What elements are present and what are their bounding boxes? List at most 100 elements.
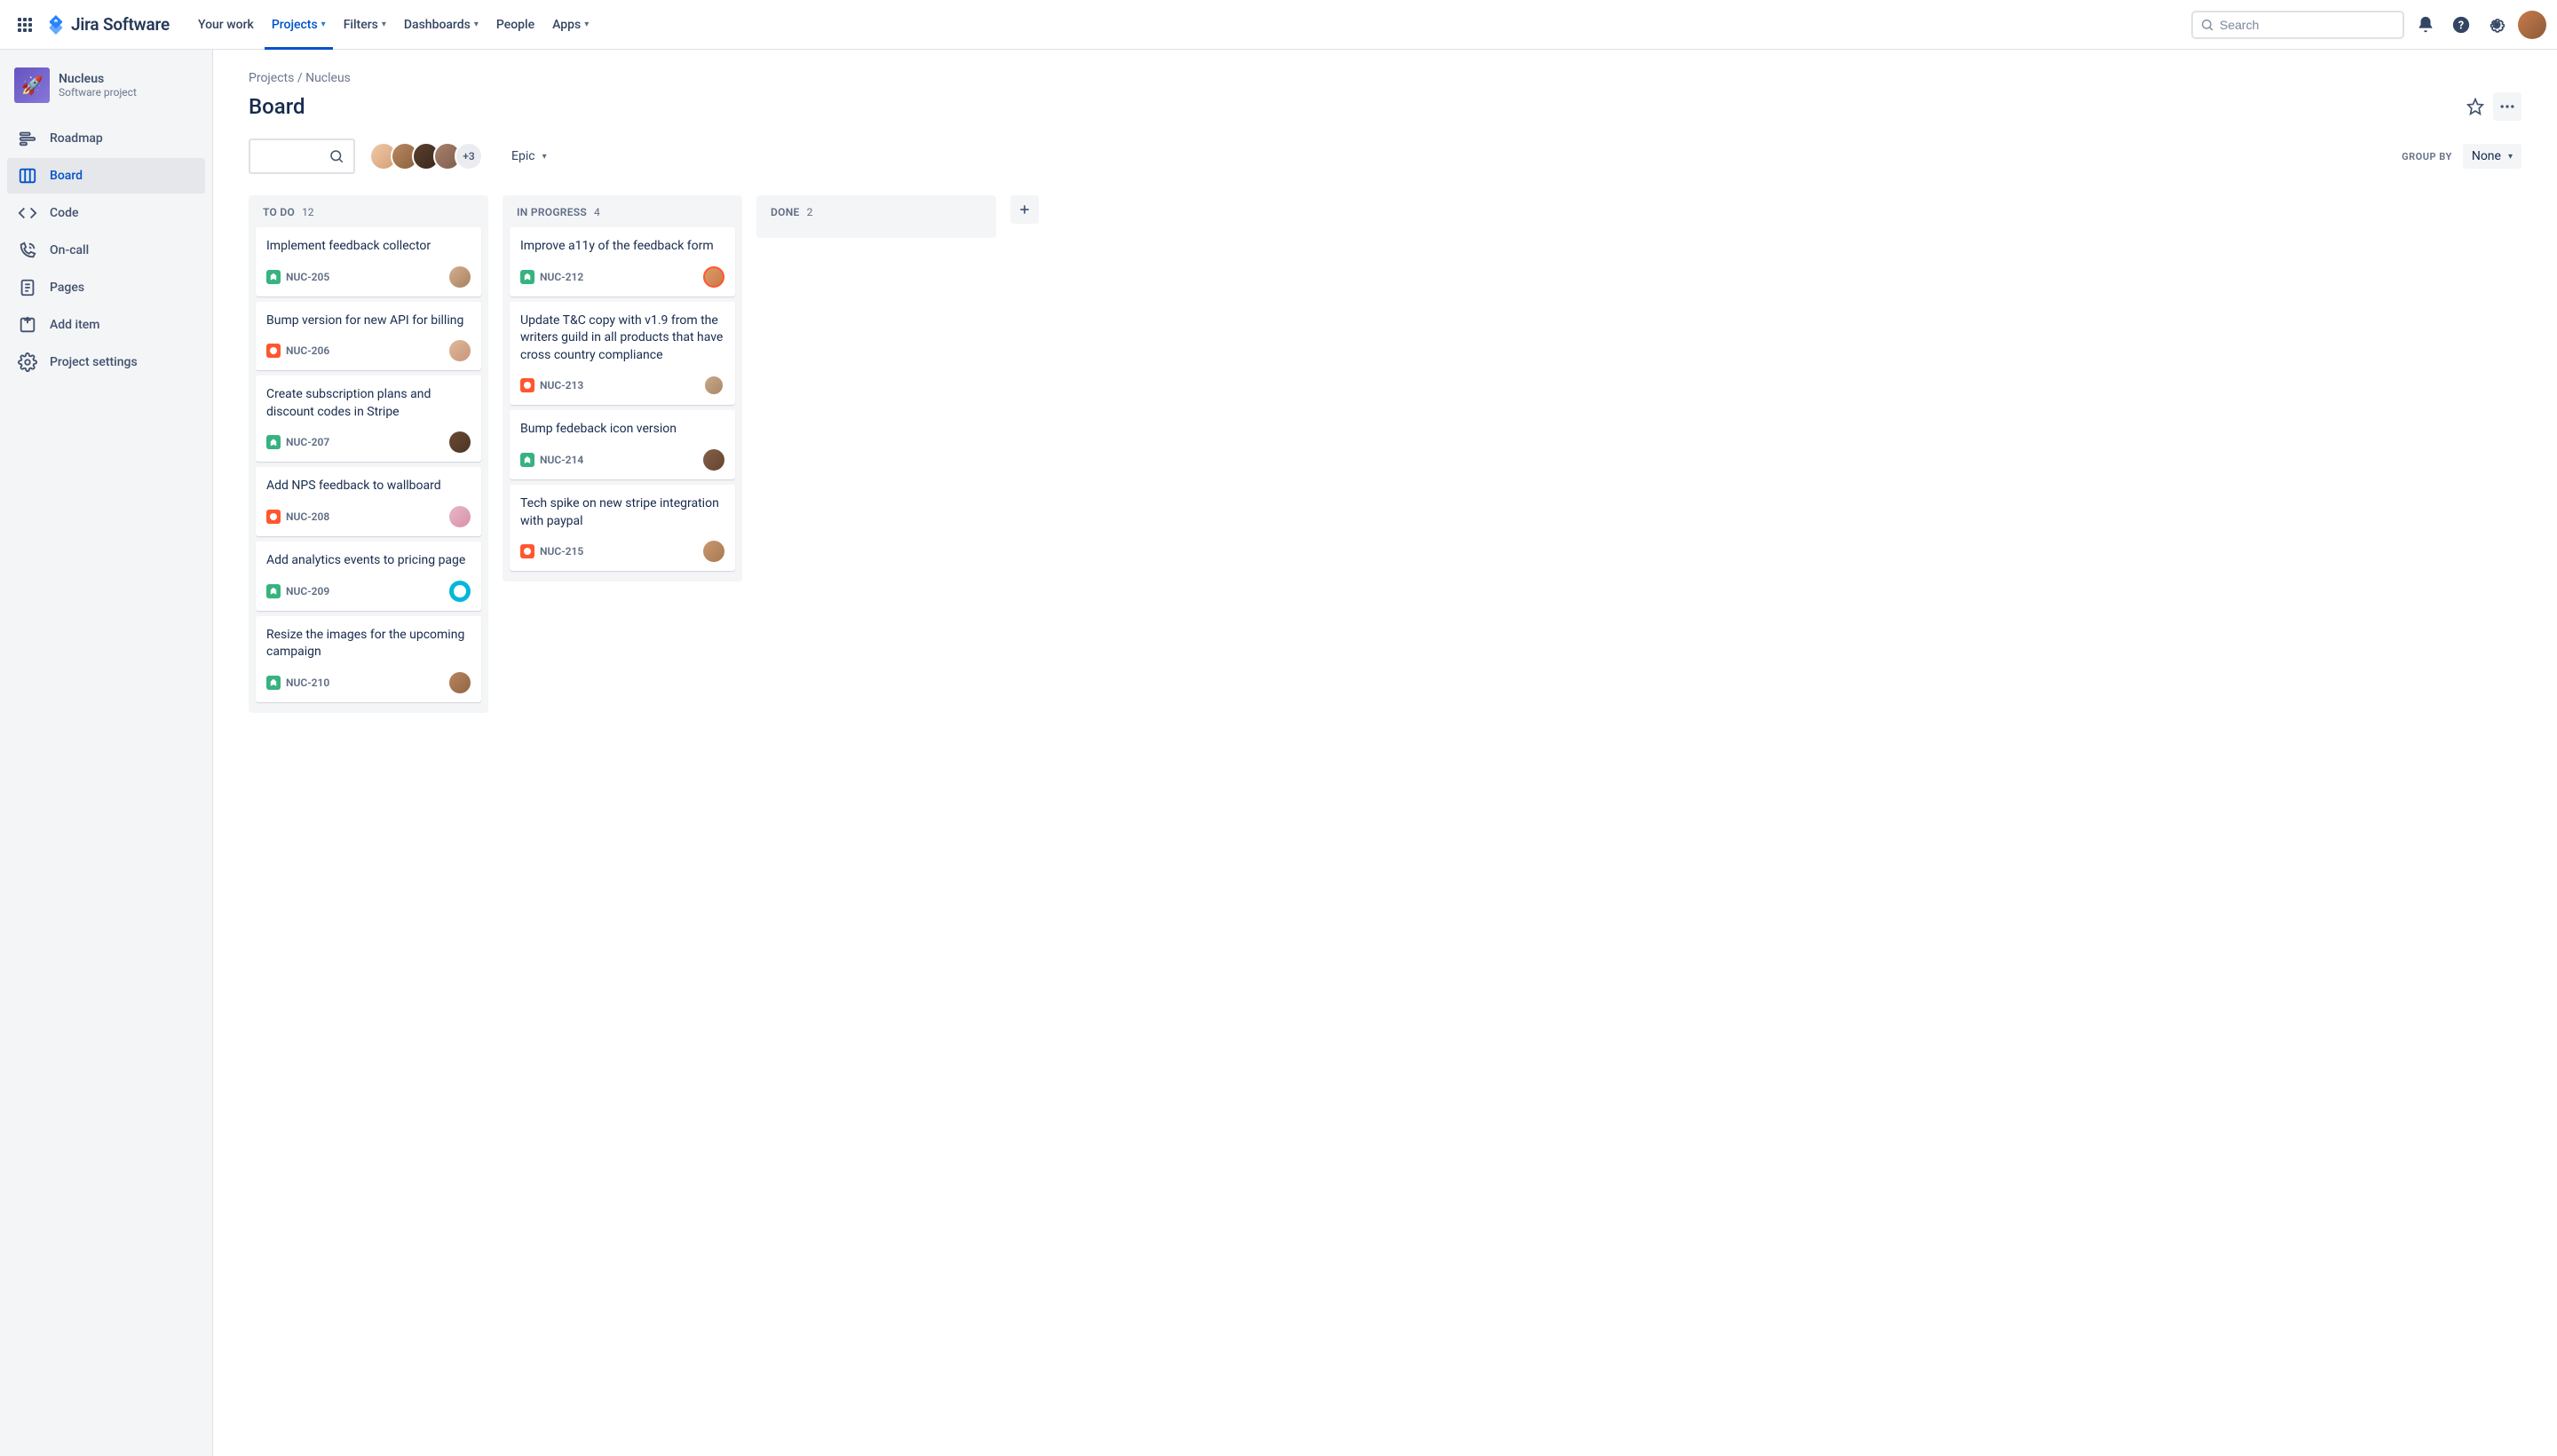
assignee-filter[interactable]: +3 [369, 142, 483, 170]
search-input[interactable] [2220, 18, 2395, 32]
epic-filter[interactable]: Epic ▾ [504, 144, 554, 169]
card-title: Implement feedback collector [266, 238, 471, 256]
epic-label: Epic [511, 149, 535, 163]
help-button[interactable]: ? [2447, 11, 2475, 39]
assignee-avatar[interactable] [449, 266, 471, 288]
issue-card[interactable]: Create subscription plans and discount c… [256, 376, 481, 462]
jira-logo[interactable]: Jira Software [46, 14, 170, 35]
column-count: 4 [594, 206, 600, 218]
nav-filters[interactable]: Filters▾ [336, 11, 393, 39]
column-title: IN PROGRESS [517, 206, 587, 218]
sidebar-item-board[interactable]: Board [7, 158, 205, 194]
column-inprogress[interactable]: IN PROGRESS 4 Improve a11y of the feedba… [503, 195, 742, 582]
sidebar-item-settings[interactable]: Project settings [7, 344, 205, 380]
assignee-avatar[interactable] [449, 340, 471, 361]
column-done[interactable]: DONE 2 [756, 195, 996, 238]
breadcrumb: Projects / Nucleus [249, 71, 2521, 85]
bug-icon [266, 344, 281, 358]
card-title: Bump fedeback icon version [520, 421, 724, 439]
more-button[interactable] [2493, 92, 2521, 121]
settings-button[interactable] [2482, 11, 2511, 39]
issue-card[interactable]: Bump fedeback icon version NUC-214 [510, 410, 735, 479]
chevron-down-icon: ▾ [584, 20, 589, 29]
sidebar-item-add[interactable]: Add item [7, 307, 205, 343]
nav-your-work[interactable]: Your work [191, 11, 261, 39]
assignee-avatar[interactable] [449, 672, 471, 693]
column-todo[interactable]: TO DO 12 Implement feedback collector NU… [249, 195, 488, 713]
card-key: NUC-210 [286, 677, 329, 689]
chevron-down-icon: ▾ [321, 20, 326, 29]
oncall-icon [18, 241, 37, 260]
search-icon [2200, 18, 2214, 32]
main-content: Projects / Nucleus Board [213, 50, 2557, 1456]
issue-card[interactable]: Add analytics events to pricing page NUC… [256, 542, 481, 611]
card-key: NUC-208 [286, 510, 329, 523]
star-icon [2466, 98, 2484, 115]
card-key: NUC-214 [540, 454, 583, 466]
card-key: NUC-205 [286, 271, 329, 283]
sidebar-item-code[interactable]: Code [7, 195, 205, 231]
assignee-avatar[interactable] [703, 449, 724, 471]
logo-text: Jira Software [71, 14, 170, 35]
global-search[interactable] [2191, 11, 2404, 39]
bug-icon [520, 378, 534, 392]
issue-card[interactable]: Add NPS feedback to wallboard NUC-208 [256, 467, 481, 536]
notifications-button[interactable] [2411, 11, 2440, 39]
column-title: DONE [771, 206, 800, 218]
card-key: NUC-212 [540, 271, 583, 283]
assignee-avatar[interactable] [703, 375, 724, 396]
jira-logo-icon [46, 15, 66, 35]
nav-label: Apps [552, 18, 581, 32]
sidebar-item-oncall[interactable]: On-call [7, 233, 205, 268]
sidebar-item-pages[interactable]: Pages [7, 270, 205, 305]
search-icon [329, 148, 344, 164]
help-icon: ? [2451, 15, 2471, 35]
group-by-dropdown[interactable]: None ▾ [2463, 144, 2521, 169]
group-by-label: GROUP BY [2402, 151, 2452, 162]
profile-avatar[interactable] [2518, 11, 2546, 39]
breadcrumb-current[interactable]: Nucleus [305, 71, 351, 85]
issue-card[interactable]: Bump version for new API for billing NUC… [256, 302, 481, 371]
sidebar-item-roadmap[interactable]: Roadmap [7, 121, 205, 156]
sidebar: 🚀 Nucleus Software project Roadmap Board… [0, 50, 213, 1456]
column-count: 12 [302, 206, 314, 218]
apps-grid-icon [18, 18, 32, 32]
board-search[interactable] [249, 138, 355, 174]
add-column-button[interactable] [1010, 195, 1039, 224]
app-switcher-button[interactable] [11, 11, 39, 39]
nav-dashboards[interactable]: Dashboards▾ [397, 11, 486, 39]
nav-people[interactable]: People [489, 11, 542, 39]
issue-card[interactable]: Resize the images for the upcoming campa… [256, 616, 481, 702]
issue-card[interactable]: Tech spike on new stripe integration wit… [510, 485, 735, 571]
project-header[interactable]: 🚀 Nucleus Software project [7, 67, 205, 117]
nav-apps[interactable]: Apps▾ [545, 11, 596, 39]
assignee-avatar[interactable] [703, 541, 724, 562]
assignee-avatar[interactable] [449, 431, 471, 453]
nav-label: Your work [198, 18, 254, 32]
column-count: 2 [807, 206, 813, 218]
breadcrumb-sep: / [297, 71, 303, 85]
card-key: NUC-206 [286, 344, 329, 357]
project-type: Software project [59, 86, 137, 99]
assignee-avatar[interactable] [449, 506, 471, 527]
nav-label: Projects [272, 18, 318, 32]
issue-card[interactable]: Update T&C copy with v1.9 from the write… [510, 302, 735, 406]
breadcrumb-projects[interactable]: Projects [249, 71, 294, 85]
page-title: Board [249, 94, 305, 119]
assignee-avatar[interactable] [449, 581, 471, 602]
nav-projects[interactable]: Projects▾ [265, 11, 333, 39]
card-key: NUC-209 [286, 585, 329, 597]
assignee-avatar[interactable] [703, 266, 724, 288]
issue-card[interactable]: Improve a11y of the feedback form NUC-21… [510, 227, 735, 297]
chevron-down-icon: ▾ [474, 20, 479, 29]
avatar-more[interactable]: +3 [455, 142, 483, 170]
board-icon [18, 166, 37, 186]
chevron-down-icon: ▾ [542, 152, 547, 162]
issue-card[interactable]: Implement feedback collector NUC-205 [256, 227, 481, 297]
sidebar-item-label: Board [50, 169, 83, 183]
board: TO DO 12 Implement feedback collector NU… [249, 195, 2521, 713]
nav-label: People [496, 18, 534, 32]
sidebar-item-label: Add item [50, 318, 99, 332]
star-button[interactable] [2461, 92, 2490, 121]
nav-label: Dashboards [404, 18, 471, 32]
